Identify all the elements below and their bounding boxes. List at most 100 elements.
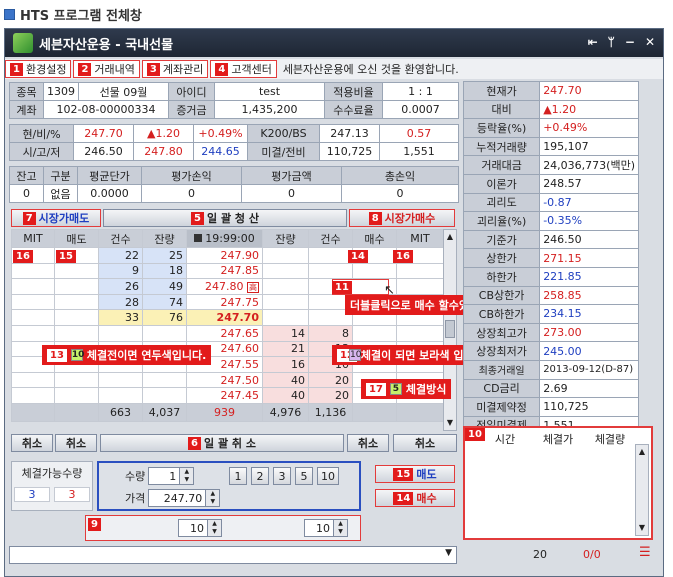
- ask-count: 33: [98, 309, 143, 326]
- ask-count: 9: [98, 262, 143, 280]
- alert-icon[interactable]: ☰: [639, 545, 651, 560]
- ob-header-mit-buy: MIT: [396, 229, 444, 248]
- fills-scrollbar[interactable]: ▲ ▼: [635, 444, 649, 536]
- menu-account[interactable]: 3 계좌관리: [141, 60, 209, 78]
- tick-right-value[interactable]: 10: [305, 522, 333, 535]
- cancel-buy-button[interactable]: 취소: [347, 434, 389, 452]
- cancel-all-button[interactable]: 6일 괄 취 소: [100, 434, 344, 452]
- side-label: 등락율(%): [462, 118, 541, 138]
- change-percent: +0.49%: [193, 124, 248, 143]
- ask-price-cell: 247.80 高: [186, 278, 263, 295]
- qty-value[interactable]: 1: [149, 470, 179, 483]
- qty-down-icon[interactable]: ▼: [180, 476, 193, 484]
- sell-cell[interactable]: [54, 387, 99, 404]
- mit-buy-cell[interactable]: [396, 262, 444, 280]
- ask-row: 22 25 247.90: [11, 247, 444, 264]
- sell-cell[interactable]: [54, 278, 99, 295]
- mit-sell-cell[interactable]: [11, 278, 55, 295]
- price-down-icon[interactable]: ▼: [206, 498, 219, 506]
- message-dropdown[interactable]: ▼: [9, 546, 457, 564]
- orderbook-scrollbar[interactable]: ▲ ▼: [443, 229, 457, 431]
- tick-right-up-icon[interactable]: ▲: [334, 520, 347, 528]
- marker-16: 16: [393, 250, 413, 263]
- menu-settings[interactable]: 1 환경설정: [5, 60, 72, 78]
- quick-qty-2-button[interactable]: 2: [251, 467, 269, 485]
- mit-buy-cell[interactable]: [396, 324, 444, 342]
- scroll-down-icon[interactable]: ▼: [444, 416, 456, 430]
- ratio-value: 1 : 1: [382, 82, 459, 101]
- liquidate-all-button[interactable]: 5일 괄 청 산: [103, 209, 347, 227]
- buy-cell[interactable]: [352, 262, 397, 280]
- sell-cell[interactable]: [54, 371, 99, 389]
- mit-sell-cell[interactable]: [11, 387, 55, 404]
- scroll-thumb[interactable]: [445, 320, 455, 338]
- buy-cell[interactable]: [352, 324, 397, 342]
- price-stepper[interactable]: 247.70 ▲ ▼: [148, 489, 221, 507]
- label-fee: 수수료율: [324, 100, 383, 119]
- tick-left-value[interactable]: 10: [179, 522, 207, 535]
- qty-stepper[interactable]: 1 ▲ ▼: [148, 467, 195, 485]
- sell-cell[interactable]: [54, 293, 99, 311]
- buy-cell-highlight[interactable]: 11: [332, 279, 389, 295]
- label-price-change: 현/비/%: [9, 124, 74, 143]
- ask-qty: 76: [142, 309, 187, 326]
- pin-icon[interactable]: ᛘ: [608, 35, 615, 49]
- mit-sell-cell[interactable]: [11, 309, 55, 326]
- scroll-up-icon[interactable]: ▲: [444, 230, 456, 244]
- cancel-mit-buy-button[interactable]: 취소: [393, 434, 457, 452]
- tick-stepper-left[interactable]: 10 ▲ ▼: [178, 519, 222, 537]
- quick-qty-10-button[interactable]: 10: [317, 467, 339, 485]
- quick-qty-1-button[interactable]: 1: [229, 467, 247, 485]
- mit-buy-cell[interactable]: [396, 278, 444, 295]
- fills-scroll-down-icon[interactable]: ▼: [636, 521, 648, 535]
- position-eval-amount: 0: [241, 184, 342, 203]
- menu-history[interactable]: 2 거래내역: [73, 60, 140, 78]
- fills-panel: 10 시간 체결가 체결량 ▲ ▼: [463, 426, 653, 540]
- page-title: HTS 프로그램 전체창: [20, 8, 142, 24]
- cancel-sell-button[interactable]: 취소: [55, 434, 97, 452]
- quick-qty-3-button[interactable]: 3: [273, 467, 291, 485]
- cancel-mit-sell-button[interactable]: 취소: [11, 434, 53, 452]
- position-eval-pl: 0: [141, 184, 242, 203]
- sell-cell[interactable]: [54, 324, 99, 342]
- side-label: CB하한가: [462, 304, 541, 324]
- bid-price: 247.65: [186, 324, 263, 342]
- tick-right-down-icon[interactable]: ▼: [334, 528, 347, 536]
- quick-qty-5-button[interactable]: 5: [295, 467, 313, 485]
- ask-count: 28: [98, 293, 143, 311]
- tick-left-down-icon[interactable]: ▼: [208, 528, 221, 536]
- qty-up-icon[interactable]: ▲: [180, 468, 193, 476]
- menu-account-label: 계좌관리: [162, 63, 204, 76]
- label-ohl: 시/고/저: [9, 142, 74, 161]
- dropdown-arrow-icon[interactable]: ▼: [445, 548, 452, 558]
- side-value: 24,036,773(백만): [539, 155, 639, 175]
- mit-sell-cell[interactable]: [11, 262, 55, 280]
- fill-method-swatch: 5: [389, 383, 402, 395]
- minimize-icon[interactable]: −: [625, 35, 635, 49]
- page-header: HTS 프로그램 전체창: [4, 3, 142, 25]
- mit-sell-cell[interactable]: [11, 371, 55, 389]
- tick-left-up-icon[interactable]: ▲: [208, 520, 221, 528]
- side-label: 상장최저가: [462, 341, 541, 361]
- fills-scroll-up-icon[interactable]: ▲: [636, 445, 648, 459]
- market-buy-button[interactable]: 8 시장가매수: [349, 209, 455, 227]
- mit-sell-cell[interactable]: [11, 293, 55, 311]
- current-price-cell: 247.70: [186, 309, 263, 326]
- dock-icon[interactable]: ⇤: [588, 35, 598, 49]
- menu-support[interactable]: 4 고객센터: [210, 60, 277, 78]
- position-total-pl: 0: [341, 184, 459, 203]
- sell-cell[interactable]: [54, 309, 99, 326]
- price-up-icon[interactable]: ▲: [206, 490, 219, 498]
- close-icon[interactable]: ✕: [645, 35, 655, 49]
- ob-header-sell: 매도: [54, 229, 99, 248]
- sell-button[interactable]: 15 매도: [375, 465, 455, 483]
- low-price: 244.65: [193, 142, 248, 161]
- k200-value: 247.13: [319, 124, 380, 143]
- mit-sell-cell[interactable]: [11, 324, 55, 342]
- tick-stepper-right[interactable]: 10 ▲ ▼: [304, 519, 348, 537]
- side-info-panel: 현재가 247.70 대비 ▲1.20 등락율(%) +0.49% 누적거래량 195,…: [462, 81, 639, 436]
- market-sell-button[interactable]: 7 시장가매도: [11, 209, 101, 227]
- buy-button[interactable]: 14 매수: [375, 489, 455, 507]
- sell-cell[interactable]: [54, 262, 99, 280]
- price-value[interactable]: 247.70: [149, 492, 205, 505]
